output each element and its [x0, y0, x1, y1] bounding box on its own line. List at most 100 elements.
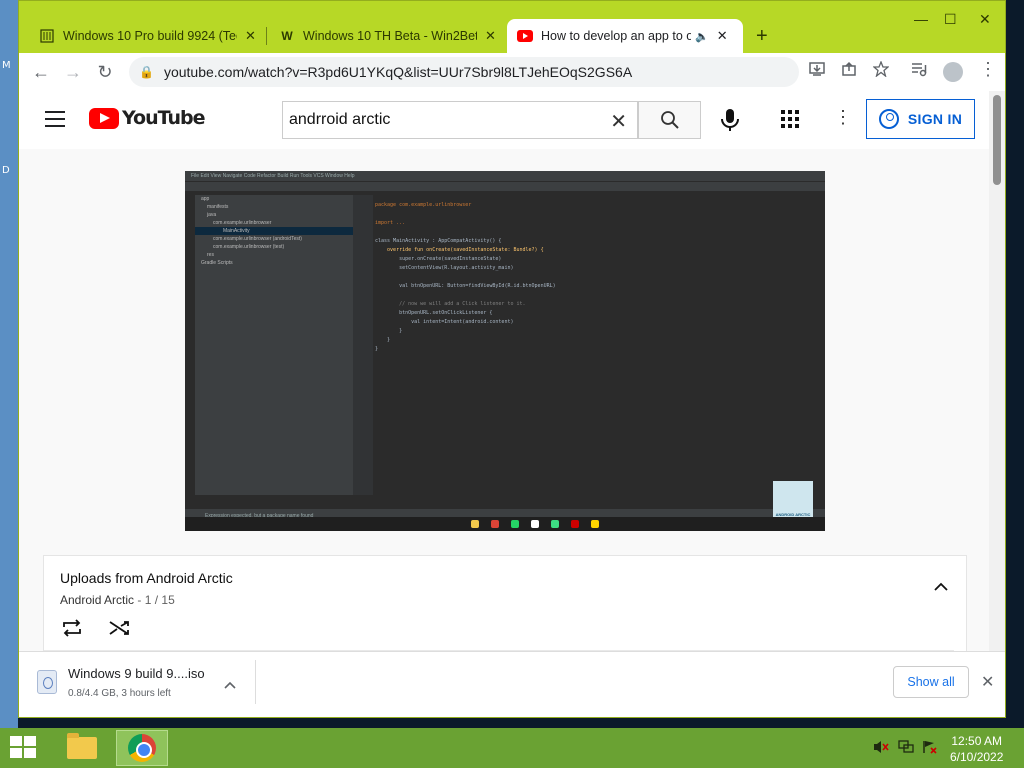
chrome-taskbar-button[interactable]: [116, 730, 168, 766]
network-icon[interactable]: [898, 740, 914, 757]
tab-windows10-build[interactable]: Windows 10 Pro build 9924 (Tech ✕: [29, 19, 266, 53]
youtube-logo[interactable]: YouTube: [89, 107, 205, 129]
sign-in-button[interactable]: SIGN IN: [866, 99, 975, 139]
collapse-playlist-chevron-icon[interactable]: [934, 578, 948, 596]
download-options-chevron-icon[interactable]: [224, 676, 236, 694]
code-line: override fun onCreate(savedInstanceState…: [375, 247, 544, 253]
search-input[interactable]: andrroid arctic ✕: [282, 101, 638, 139]
code-line: super.onCreate(savedInstanceState): [375, 256, 502, 262]
start-button[interactable]: [10, 736, 38, 760]
video-player[interactable]: File Edit View Navigate Code Refactor Bu…: [185, 171, 825, 531]
code-line: setContentView(R.layout.activity_main): [375, 265, 514, 271]
minimize-button[interactable]: —: [914, 11, 928, 27]
tree-row: java: [207, 212, 217, 218]
url-text: youtube.com/watch?v=R3pd6U1YKqQ&list=UUr…: [163, 64, 633, 80]
profile-avatar[interactable]: [943, 62, 963, 86]
search-query: andrroid arctic: [289, 111, 391, 128]
disc-image-file-icon: [37, 670, 57, 694]
hamburger-menu-icon[interactable]: [45, 111, 65, 127]
code-line: }: [375, 328, 403, 334]
browser-menu-button[interactable]: ⋮: [979, 59, 997, 80]
playlist-channel[interactable]: Android Arctic: [60, 593, 134, 607]
windows-logo-icon: [10, 736, 22, 746]
scrollbar-thumb[interactable]: [993, 95, 1001, 185]
lock-icon[interactable]: 🔒: [139, 65, 154, 79]
video-chrome-icon: [491, 520, 499, 528]
desktop-icon-label: D: [2, 165, 10, 176]
forward-button[interactable]: →: [57, 62, 89, 83]
new-tab-button[interactable]: +: [756, 25, 768, 48]
voice-search-button[interactable]: [719, 108, 741, 137]
download-divider: [255, 660, 256, 704]
youtube-wordmark: YouTube: [122, 107, 205, 129]
system-clock[interactable]: 12:50 AM 6/10/2022: [950, 733, 1003, 765]
search-icon: [660, 111, 679, 129]
audio-playing-icon[interactable]: 🔈: [695, 30, 709, 43]
video-notes-icon: [591, 520, 599, 528]
playlist-subtitle: Android Arctic - 1 / 15: [60, 593, 175, 607]
search-button[interactable]: [638, 101, 701, 139]
tab-title: How to develop an app to op: [541, 29, 691, 43]
playlist-panel: Uploads from Android Arctic Android Arct…: [43, 555, 967, 651]
w-icon: W: [281, 29, 293, 43]
volume-muted-icon[interactable]: [873, 740, 889, 757]
video-taskbar: [185, 517, 825, 531]
tree-row: MainActivity: [195, 227, 353, 235]
media-control-icon[interactable]: [911, 61, 927, 81]
playlist-position: 1 / 15: [144, 593, 175, 607]
tab-close-icon[interactable]: ✕: [717, 28, 728, 44]
page-scrollbar[interactable]: [989, 91, 1005, 651]
channel-watermark[interactable]: ANDROID ARCTIC: [773, 481, 813, 517]
tree-row: Gradle Scripts: [201, 260, 233, 266]
address-bar[interactable]: 🔒 youtube.com/watch?v=R3pd6U1YKqQ&list=U…: [129, 57, 799, 87]
desktop-icon-label: M: [2, 60, 11, 71]
clear-search-icon[interactable]: ✕: [610, 109, 627, 134]
tree-row: res: [207, 252, 214, 258]
folder-icon: [67, 733, 97, 759]
code-line: }: [375, 346, 379, 352]
building-icon: [39, 28, 55, 44]
video-ide-gutter: [353, 195, 373, 495]
video-studio-icon: [551, 520, 559, 528]
code-line: }: [375, 337, 391, 343]
microphone-icon: [721, 109, 739, 131]
close-download-shelf-icon[interactable]: ✕: [981, 672, 994, 692]
close-window-button[interactable]: ✕: [979, 11, 991, 28]
loop-playlist-icon[interactable]: [60, 618, 84, 643]
tab-close-icon[interactable]: ✕: [245, 28, 256, 44]
tree-row: app: [201, 196, 210, 202]
playlist-title[interactable]: Uploads from Android Arctic: [60, 570, 233, 586]
code-line: package com.example.urlinbrowser: [375, 202, 472, 208]
youtube-apps-button[interactable]: [781, 110, 799, 133]
download-filename[interactable]: Windows 9 build 9....iso: [68, 666, 205, 681]
browser-toolbar: ← → ↻ 🔒 youtube.com/watch?v=R3pd6U1YKqQ&…: [19, 53, 1005, 91]
show-all-downloads-button[interactable]: Show all: [893, 666, 969, 698]
tab-title: Windows 10 TH Beta - Win2Beta: [303, 29, 477, 43]
bookmark-star-icon[interactable]: [872, 60, 890, 81]
sign-in-label: SIGN IN: [907, 111, 963, 127]
watermark-label: ANDROID ARCTIC: [775, 512, 811, 517]
back-button[interactable]: ←: [25, 62, 57, 83]
download-status: 0.8/4.4 GB, 3 hours left: [68, 688, 171, 699]
maximize-button[interactable]: ☐: [944, 11, 957, 28]
video-project-tree: app manifests java com.example.urlinbrow…: [195, 195, 353, 495]
code-line: val intent=Intent(android.content): [375, 319, 514, 325]
file-explorer-taskbar-button[interactable]: [56, 730, 108, 766]
video-code-editor: package com.example.urlinbrowser import …: [375, 201, 815, 491]
reload-button[interactable]: ↻: [89, 62, 121, 83]
share-icon[interactable]: [841, 61, 857, 81]
tab-youtube-active[interactable]: How to develop an app to op 🔈 ✕: [507, 19, 743, 53]
install-app-icon[interactable]: [809, 61, 825, 81]
shuffle-playlist-icon[interactable]: [108, 618, 132, 643]
code-line: import ...: [375, 220, 406, 226]
clock-date: 6/10/2022: [950, 750, 1004, 764]
tab-strip: Windows 10 Pro build 9924 (Tech ✕ W Wind…: [19, 1, 1005, 53]
youtube-header: YouTube andrroid arctic ✕ ⋮ SIGN IN: [19, 91, 989, 149]
action-center-flag-icon[interactable]: [922, 740, 938, 757]
tab-close-icon[interactable]: ✕: [485, 28, 496, 44]
browser-window: Windows 10 Pro build 9924 (Tech ✕ W Wind…: [18, 0, 1006, 718]
settings-more-icon[interactable]: ⋮: [834, 107, 852, 128]
tab-win2beta[interactable]: W Windows 10 TH Beta - Win2Beta ✕: [269, 19, 506, 53]
